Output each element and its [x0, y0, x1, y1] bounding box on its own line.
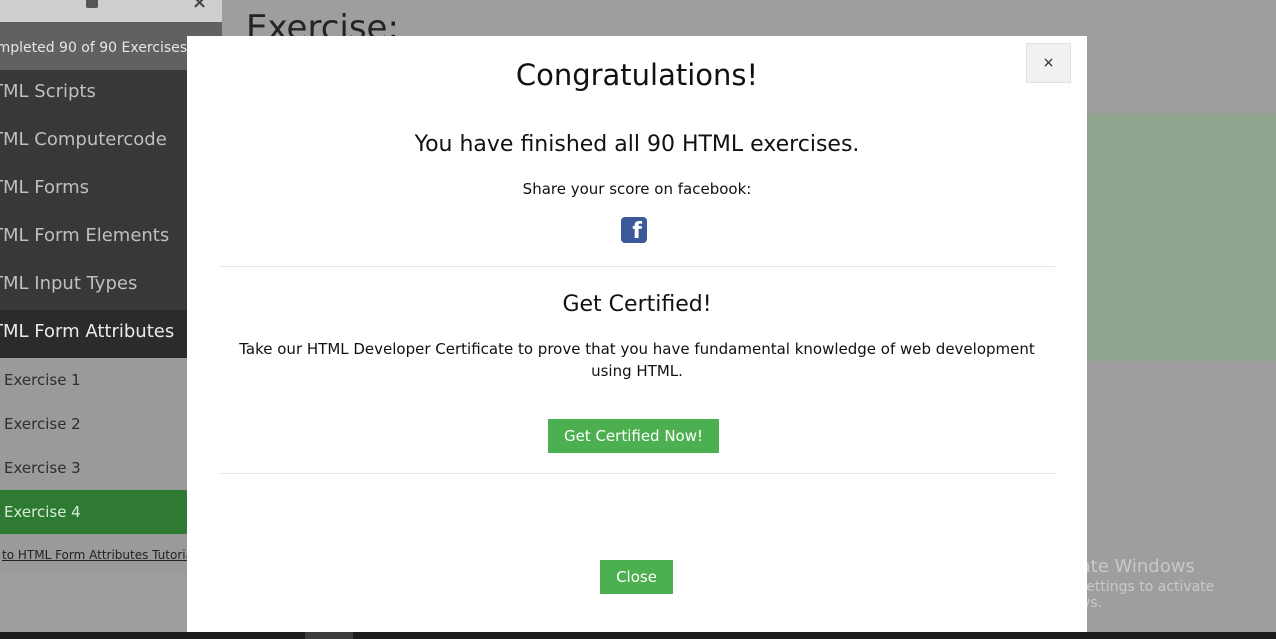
exercise-panel: [1087, 113, 1276, 361]
close-sidebar-icon[interactable]: ×: [192, 0, 207, 13]
certification-text: Take our HTML Developer Certificate to p…: [239, 340, 1035, 380]
get-certified-button[interactable]: Get Certified Now!: [548, 419, 719, 453]
finished-text: You have finished all 90 HTML exercises.: [414, 132, 860, 157]
close-button[interactable]: Close: [600, 560, 673, 594]
sidebar-toolbar: ×: [0, 0, 222, 22]
divider: [219, 473, 1055, 474]
certification-title: Get Certified!: [562, 292, 712, 317]
share-text: Share your score on facebook:: [522, 180, 752, 198]
facebook-icon[interactable]: f: [621, 217, 647, 243]
divider: [219, 266, 1055, 267]
trash-icon[interactable]: [86, 0, 98, 8]
taskbar: [0, 632, 1276, 639]
congratulations-modal: × Congratulations! You have finished all…: [187, 36, 1087, 632]
taskbar-button[interactable]: [305, 632, 353, 639]
modal-title: Congratulations!: [515, 58, 759, 92]
